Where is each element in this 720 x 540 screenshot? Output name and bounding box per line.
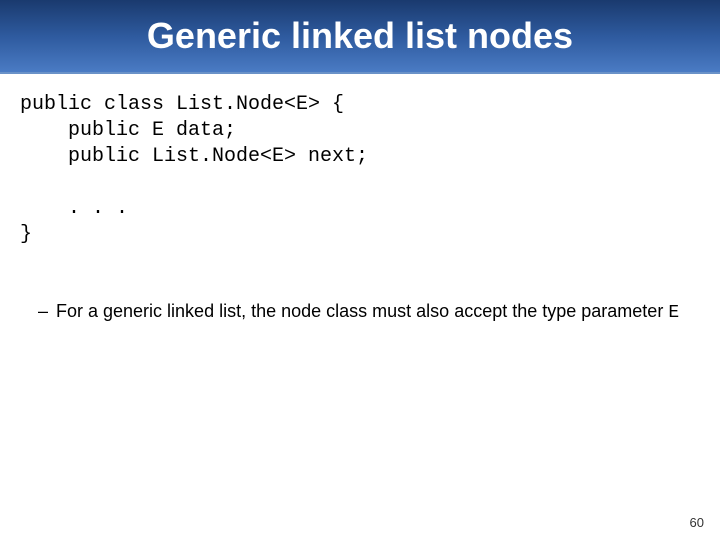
code-line-6: } — [20, 223, 32, 246]
bullet-area: – For a generic linked list, the node cl… — [38, 300, 696, 325]
bullet-text-before: For a generic linked list, the node clas… — [56, 301, 668, 321]
bullet-dash: – — [38, 300, 56, 325]
title-band: Generic linked list nodes — [0, 0, 720, 74]
sub-bullet: – For a generic linked list, the node cl… — [38, 300, 696, 325]
bullet-text: For a generic linked list, the node clas… — [56, 300, 696, 325]
code-line-1: public class List.Node<E> { — [20, 93, 344, 116]
slide-title: Generic linked list nodes — [147, 15, 573, 57]
slide: Generic linked list nodes public class L… — [0, 0, 720, 540]
code-line-3: public List.Node<E> next; — [20, 145, 368, 168]
code-line-2: public E data; — [20, 119, 236, 142]
bullet-mono: E — [668, 303, 679, 323]
code-line-5: . . . — [20, 197, 128, 220]
code-block: public class List.Node<E> { public E dat… — [20, 92, 368, 248]
page-number: 60 — [690, 515, 704, 530]
